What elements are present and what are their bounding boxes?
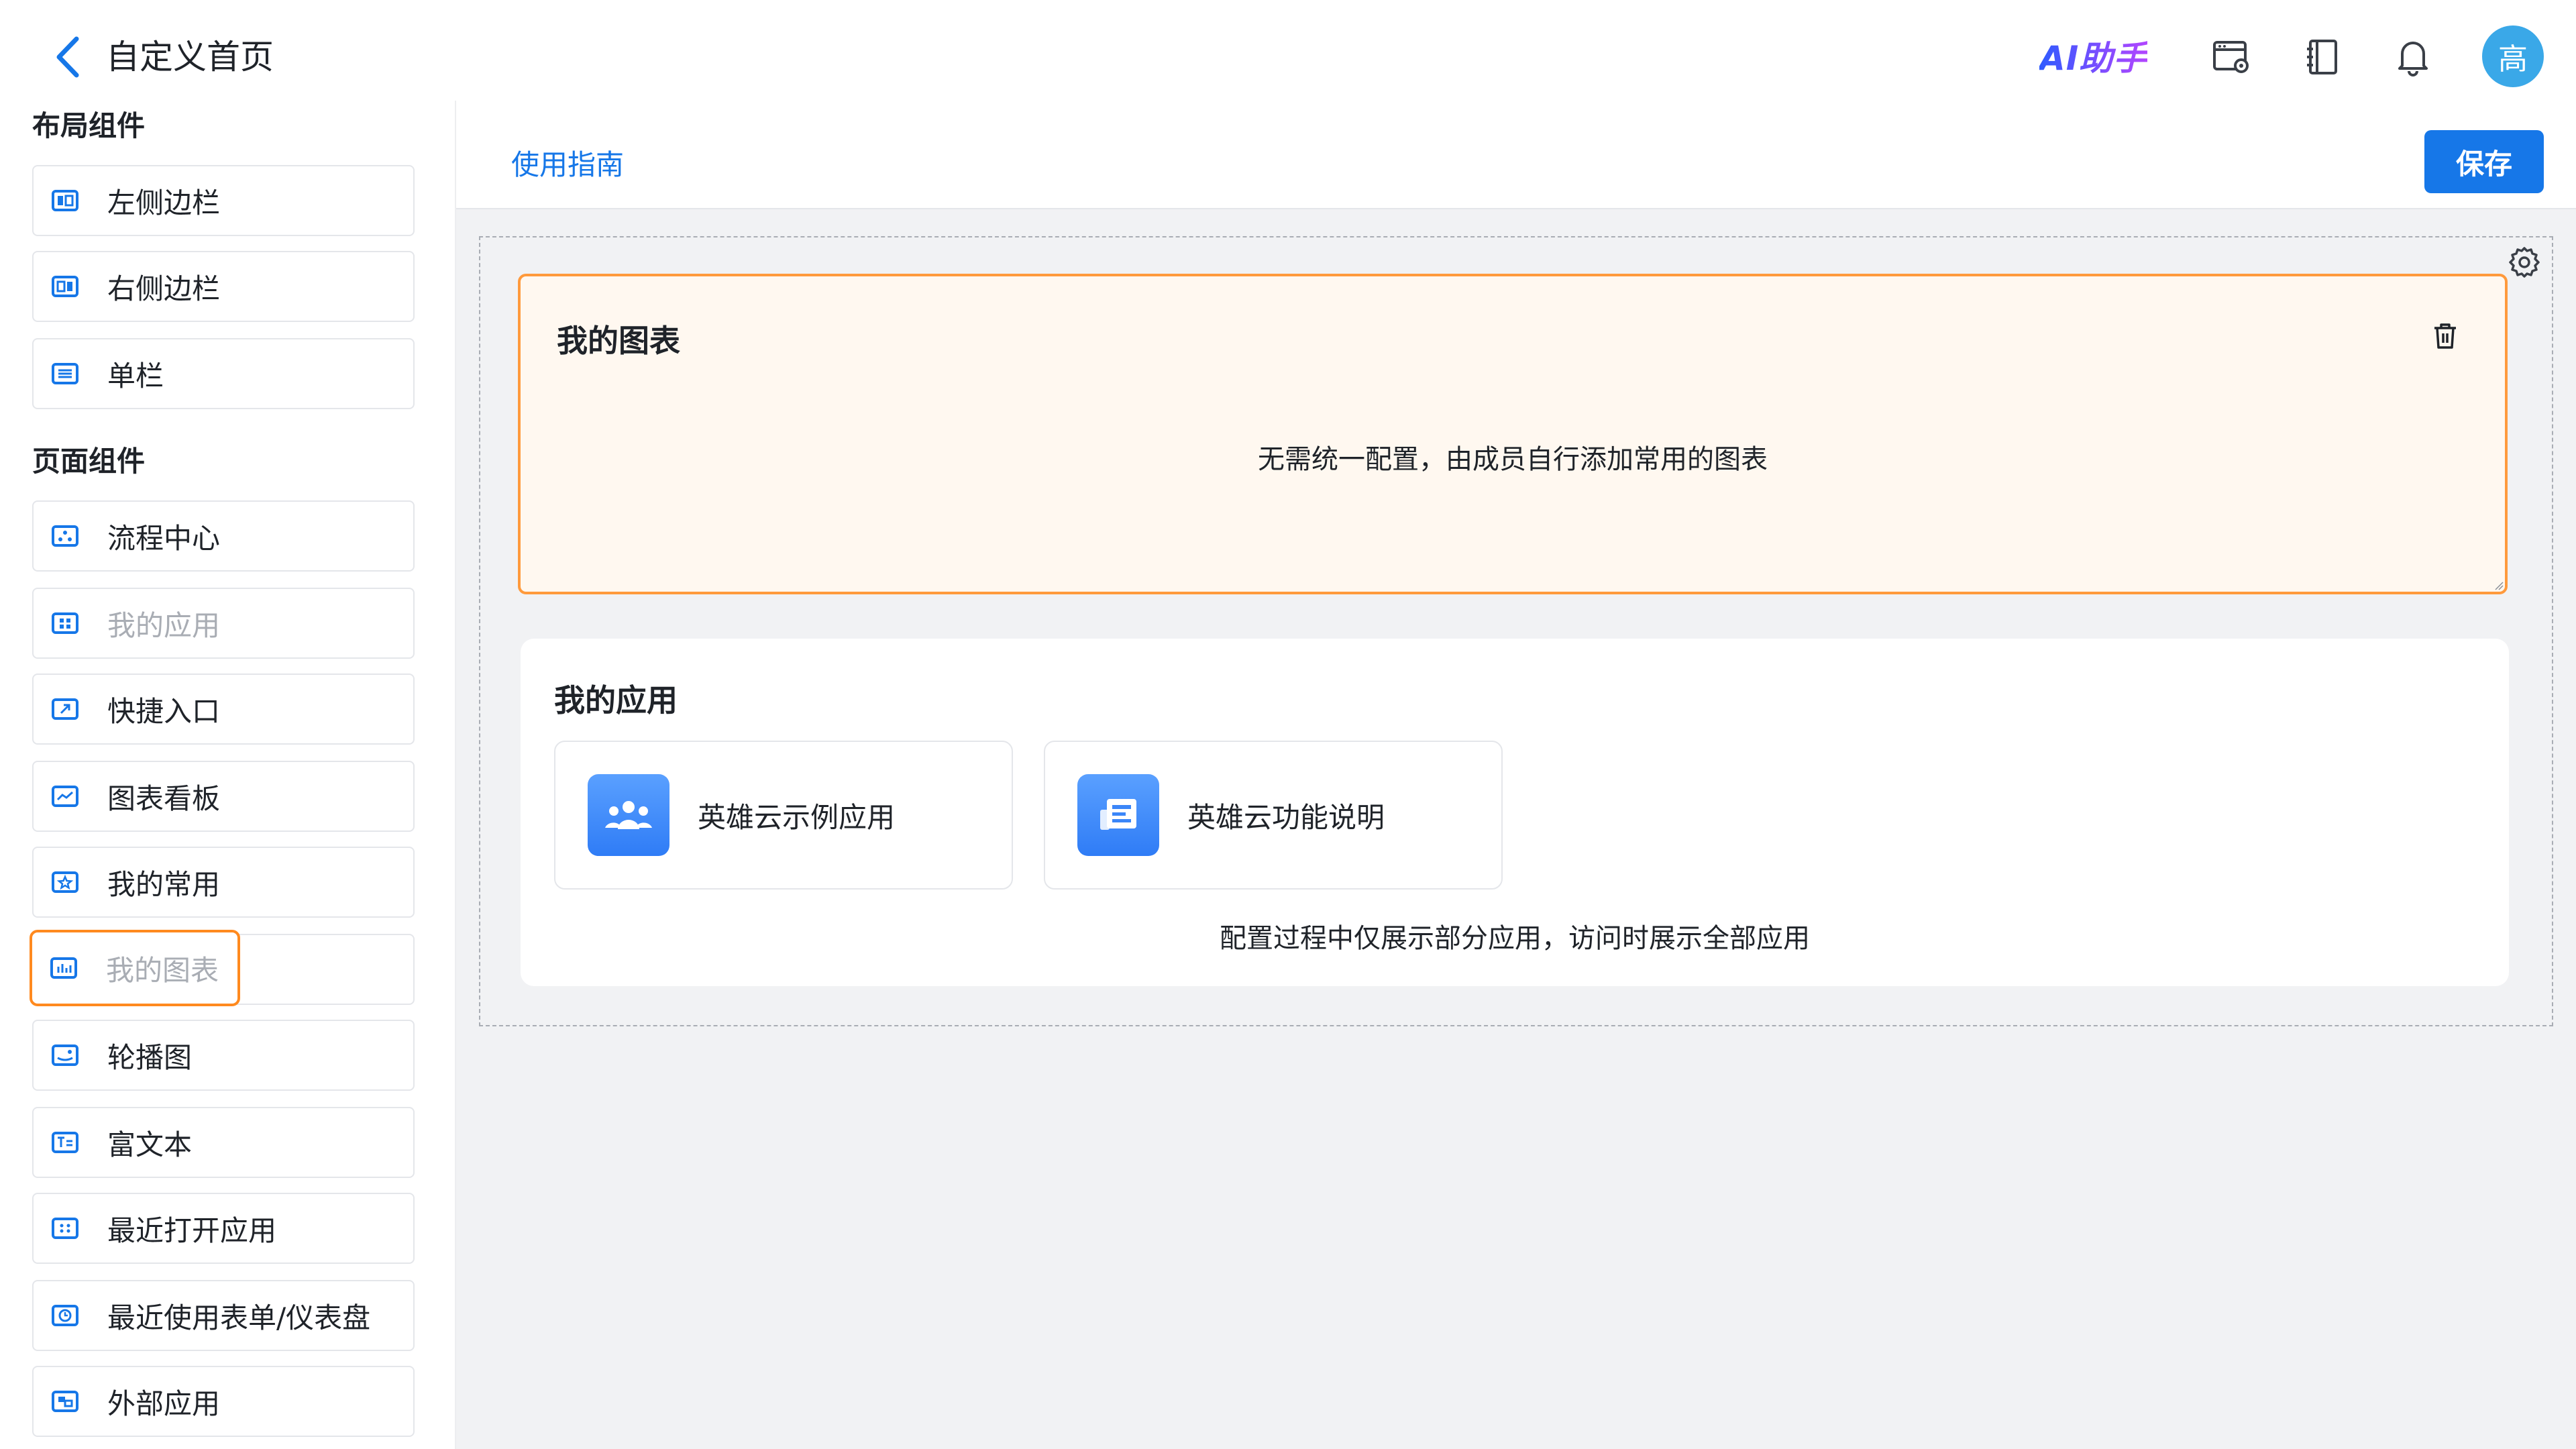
usage-guide-link[interactable]: 使用指南 [511,146,624,184]
app-tile[interactable]: 英雄云示例应用 [554,741,1013,890]
my-charts-widget[interactable]: 我的图表 无需统一配置，由成员自行添加常用的图表 [518,274,2508,594]
notebook-icon [2307,40,2337,74]
app-settings-button[interactable] [2208,34,2255,80]
widget-title: 我的应用 [554,682,678,718]
sidebar-item-label: 流程中心 [107,521,221,555]
sidebar-item-left-sidebar[interactable]: 左侧边栏 [32,165,415,236]
sidebar-item-label: 右侧边栏 [107,272,221,305]
sidebar-item-my-apps: 我的应用 [32,588,415,659]
sidebar-item-label: 我的应用 [107,608,221,642]
sidebar-item-label: 富文本 [107,1128,193,1161]
widget-hint-text: 无需统一配置，由成员自行添加常用的图表 [1258,444,1768,475]
apps-config-note: 配置过程中仅展示部分应用，访问时展示全部应用 [1220,923,1810,954]
sidebar-item-carousel[interactable]: 轮播图 [32,1020,415,1091]
dragging-component-ghost[interactable]: 我的图表 [30,930,240,1006]
chevron-left-icon [56,36,79,78]
layout-settings-button[interactable] [2506,244,2542,280]
bar-chart-icon [48,953,79,983]
sidebar-item-workflow-center[interactable]: 流程中心 [32,500,415,572]
line-chart-icon [50,781,80,812]
drag-ghost-label: 我的图表 [106,953,219,987]
component-sidebar: 布局组件 左侧边栏 右侧边栏 单栏 页面组件 流程中心 我的应用 快捷入口 图表… [0,101,456,1449]
page-title: 自定义首页 [106,38,274,76]
bell-icon [2398,42,2428,76]
delete-widget-button[interactable] [2428,319,2462,353]
star-icon [50,867,80,898]
sidebar-item-recent-forms[interactable]: 最近使用表单/仪表盘 [32,1280,415,1351]
recent-apps-icon [50,1213,80,1244]
sidebar-item-recent-apps[interactable]: 最近打开应用 [32,1193,415,1264]
trash-icon [2434,323,2456,349]
docs-button[interactable] [2300,34,2347,80]
workflow-icon [50,521,80,551]
rich-text-icon [50,1127,80,1158]
layout-section-title: 布局组件 [32,109,146,142]
team-icon [588,774,669,856]
resize-handle-icon[interactable] [2493,580,2504,590]
app-root: 自定义首页 AI助手 高 布局组件 左侧边栏 右侧边栏 单栏 页面组件 流程中心… [0,0,2576,1449]
app-name: 英雄云示例应用 [698,800,896,834]
sidebar-item-label: 左侧边栏 [107,186,221,219]
widget-title: 我的图表 [557,323,680,359]
document-icon [1077,774,1159,856]
sidebar-item-label: 轮播图 [107,1040,193,1074]
sidebar-item-label: 图表看板 [107,782,221,815]
sidebar-item-label: 单栏 [107,359,164,392]
sidebar-item-label: 最近打开应用 [107,1214,277,1247]
external-app-icon [50,1386,80,1417]
window-settings-icon [2213,41,2249,73]
right-sidebar-layout-icon [50,271,80,302]
top-bar: 自定义首页 AI助手 高 [0,0,2576,114]
sidebar-item-label: 外部应用 [107,1387,221,1420]
app-name: 英雄云功能说明 [1187,800,1385,834]
sidebar-item-rich-text[interactable]: 富文本 [32,1107,415,1178]
sidebar-item-label: 快捷入口 [107,694,221,728]
shortcut-icon [50,694,80,724]
user-avatar[interactable]: 高 [2482,25,2544,87]
clock-icon [50,1300,80,1331]
save-button[interactable]: 保存 [2424,130,2544,193]
sidebar-item-chart-board[interactable]: 图表看板 [32,761,415,832]
sidebar-item-label: 最近使用表单/仪表盘 [107,1301,371,1334]
ai-assistant-button[interactable]: AI助手 [2039,35,2147,82]
gear-icon [2509,247,2540,278]
sidebar-item-right-sidebar[interactable]: 右侧边栏 [32,251,415,322]
sidebar-item-single-column[interactable]: 单栏 [32,338,415,409]
single-column-layout-icon [50,358,80,389]
back-button[interactable] [47,27,87,87]
sidebar-item-external-apps[interactable]: 外部应用 [32,1366,415,1437]
sidebar-item-my-favorites[interactable]: 我的常用 [32,847,415,918]
sidebar-item-shortcuts[interactable]: 快捷入口 [32,674,415,745]
notifications-button[interactable] [2390,34,2436,80]
carousel-icon [50,1040,80,1071]
left-sidebar-layout-icon [50,185,80,216]
main-header [456,114,2576,209]
my-apps-widget[interactable]: 我的应用 英雄云示例应用 英雄云功能说明 配置过程中仅展示部分应用，访问时展示全… [521,639,2509,986]
page-section-title: 页面组件 [32,445,146,478]
sidebar-item-label: 我的常用 [107,867,221,901]
app-tile[interactable]: 英雄云功能说明 [1044,741,1503,890]
apps-grid-icon [50,608,80,639]
